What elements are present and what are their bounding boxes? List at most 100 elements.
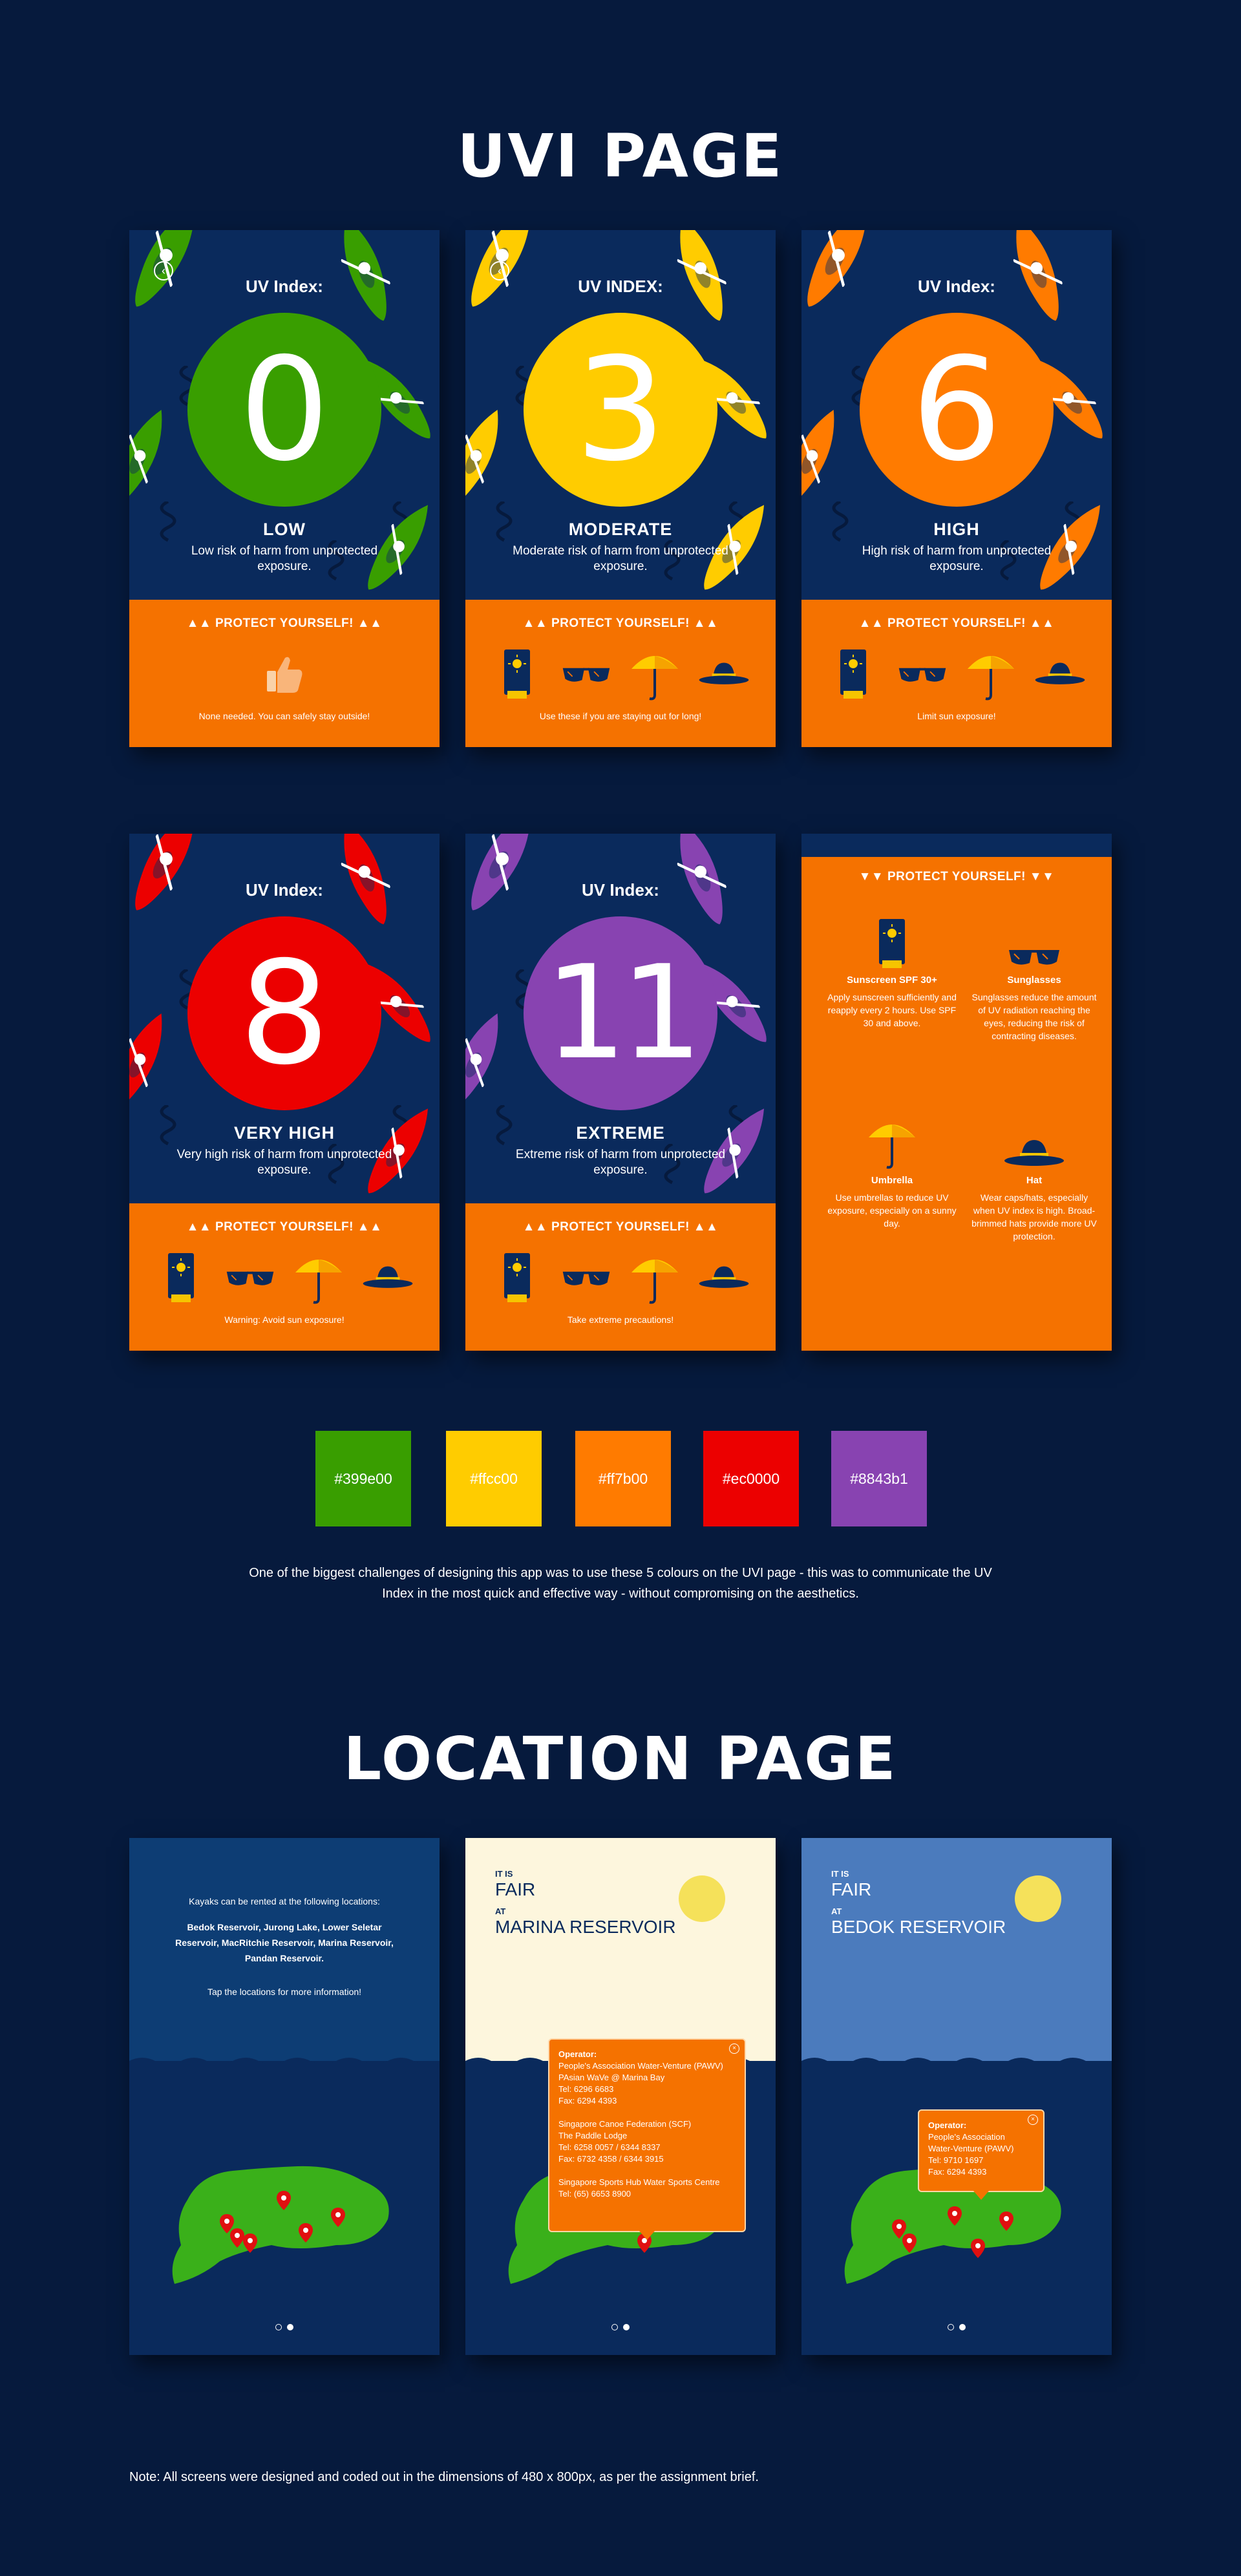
hat-icon <box>1034 645 1086 703</box>
close-icon[interactable]: × <box>729 2043 739 2054</box>
close-icon[interactable]: × <box>1028 2115 1038 2125</box>
uv-value-circle: 6 <box>860 313 1054 507</box>
protect-heading[interactable]: ▲▲ PROTECT YOURSELF! ▲▲ <box>465 1220 776 1234</box>
uv-screen: ‹ UV Index: 0 LOW Low risk of harm from unpr… <box>129 230 440 747</box>
page-dot[interactable] <box>611 2324 618 2330</box>
arrow-left-icon: ‹ <box>162 264 165 277</box>
operator-popup: × Operator: People's Association Water-Ven… <box>918 2109 1045 2200</box>
uv-value-circle: 11 <box>524 916 717 1110</box>
map-pin[interactable] <box>277 2191 291 2213</box>
tip-item: Sunscreen SPF 30+ Apply sunscreen suffici… <box>827 911 957 1029</box>
colour-swatch: #ff7b00 <box>575 1431 671 1526</box>
kayak-decoration <box>129 402 178 513</box>
tip-title: Sunscreen SPF 30+ <box>847 975 937 986</box>
colour-note: One of the biggest challenges of designi… <box>249 1566 992 1601</box>
uv-value-circle: 0 <box>187 313 381 507</box>
uvi-section-title: UVI PAGE <box>457 121 784 191</box>
kayak-decoration <box>465 834 548 923</box>
popup-line: Fax: 6294 4393 <box>928 2167 987 2177</box>
protect-heading[interactable]: ▲▲ PROTECT YOURSELF! ▲▲ <box>465 617 776 631</box>
uv-title: UV Index: <box>582 880 659 900</box>
protect-panel: ▲▲ PROTECT YOURSELF! ▲▲ Take extreme prec… <box>465 1203 776 1351</box>
uv-description: Extreme risk of harm from unprotected ex… <box>515 1148 726 1177</box>
uv-level: EXTREME <box>576 1123 665 1143</box>
popup-line: Singapore Sports Hub Water Sports Centre <box>558 2177 720 2187</box>
sunscreen-icon <box>155 1249 207 1307</box>
uv-screen: UV Index: 11 EXTREME Extreme risk of harm f… <box>465 834 776 1351</box>
protect-panel: ▲▲ PROTECT YOURSELF! ▲▲ Use these if you … <box>465 600 776 747</box>
tip-title: Sunglasses <box>1007 975 1061 986</box>
kayak-decoration <box>465 402 514 513</box>
protect-panel: ▲▲ PROTECT YOURSELF! ▲▲ None needed. You … <box>129 600 440 747</box>
uv-screen: UV Index: 6 HIGH High risk of harm from unp… <box>801 230 1112 747</box>
intro-text-3: Tap the locations for more information! <box>207 1987 362 1997</box>
popup-line: Fax: 6294 4393 <box>558 2096 617 2106</box>
uv-top-panel: UV Index: 11 EXTREME Extreme risk of harm f… <box>465 834 776 1203</box>
tip-description: Use umbrellas to reduce UV exposure, esp… <box>827 1192 957 1229</box>
page-dots <box>465 2324 776 2330</box>
map-pin[interactable] <box>999 2212 1013 2234</box>
sunglasses-icon <box>896 645 948 703</box>
sunglasses-icon <box>560 1249 612 1307</box>
uv-title: UV Index: <box>246 277 323 296</box>
protect-icons <box>827 645 1086 703</box>
uv-value: 3 <box>575 327 666 492</box>
map-pin[interactable] <box>971 2239 985 2261</box>
umbrella-icon <box>827 1112 957 1170</box>
protect-icons <box>491 1249 750 1307</box>
page-dot-active[interactable] <box>287 2324 293 2330</box>
protect-heading[interactable]: ▲▲ PROTECT YOURSELF! ▲▲ <box>129 1220 440 1234</box>
uv-description: Low risk of harm from unprotected exposu… <box>191 544 378 573</box>
operator-popup: × Operator: People's Association Water-Ve… <box>548 2038 746 2240</box>
uv-level: LOW <box>263 520 306 539</box>
uv-value: 11 <box>544 938 703 1088</box>
map-pin[interactable] <box>948 2206 962 2229</box>
uv-screen: UV Index: 8 VERY HIGH Very high risk of har… <box>129 834 440 1351</box>
protect-panel: ▲▲ PROTECT YOURSELF! ▲▲ Limit sun exposur… <box>801 600 1112 747</box>
protect-heading[interactable]: ▲▲ PROTECT YOURSELF! ▲▲ <box>801 617 1112 631</box>
page-dot-active[interactable] <box>959 2324 966 2330</box>
at-label: AT <box>831 1906 842 1916</box>
page-dot[interactable] <box>948 2324 954 2330</box>
sea-wave <box>801 2058 1112 2071</box>
place-label: BEDOK RESERVOIR <box>831 1917 1006 1937</box>
protect-note: Warning: Avoid sun exposure! <box>224 1314 345 1325</box>
popup-line: Fax: 6732 4358 / 6344 3915 <box>558 2154 664 2164</box>
map-pin[interactable] <box>902 2233 917 2256</box>
uv-value-circle: 8 <box>187 916 381 1110</box>
location-screen-marina: IT IS FAIR AT MARINA RESERVOIR × Operato… <box>465 1838 776 2355</box>
map-pin[interactable] <box>243 2233 257 2256</box>
hat-icon <box>362 1249 414 1307</box>
page-dot-active[interactable] <box>623 2324 630 2330</box>
tips-protect-heading: ▼▼ PROTECT YOURSELF! ▼▼ <box>858 870 1055 883</box>
map-pin[interactable] <box>331 2208 345 2230</box>
popup-line: Tel: 6258 0057 / 6344 8337 <box>558 2142 661 2152</box>
popup-line: Water-Venture (PAWV) <box>928 2144 1014 2153</box>
tip-item: Umbrella Use umbrellas to reduce UV expos… <box>827 1112 957 1230</box>
popup-line <box>558 2107 736 2118</box>
map-pin[interactable] <box>299 2223 313 2246</box>
kayak-decoration <box>801 230 884 319</box>
popup-line: People's Association <box>928 2132 1005 2142</box>
tip-title: Hat <box>1026 1175 1043 1186</box>
protect-icons <box>491 645 750 703</box>
sunscreen-icon <box>491 1249 543 1307</box>
uv-description: Moderate risk of harm from unprotected e… <box>513 544 728 573</box>
hat-icon <box>698 1249 750 1307</box>
map-pin[interactable] <box>230 2228 244 2251</box>
protect-note: Take extreme precautions! <box>567 1314 674 1325</box>
popup-line: The Paddle Lodge <box>558 2131 628 2140</box>
uv-value: 8 <box>239 931 330 1096</box>
protect-note: None needed. You can safely stay outside… <box>198 711 370 721</box>
uv-top-panel: ‹ UV Index: 0 LOW Low risk of harm from unpr… <box>129 230 440 600</box>
page-dot[interactable] <box>275 2324 282 2330</box>
sun-icon <box>1015 1875 1061 1922</box>
uv-level: MODERATE <box>568 520 673 539</box>
arrow-left-icon: ‹ <box>498 264 502 277</box>
protect-heading[interactable]: ▲▲ PROTECT YOURSELF! ▲▲ <box>129 617 440 631</box>
protect-icons <box>155 645 414 703</box>
kayak-decoration <box>129 834 212 923</box>
tip-item: Sunglasses Sunglasses reduce the amount o… <box>970 911 1099 1042</box>
tip-description: Wear caps/hats, especially when UV index… <box>971 1192 1097 1241</box>
popup-line: People's Association Water-Venture (PAWV… <box>558 2061 723 2071</box>
